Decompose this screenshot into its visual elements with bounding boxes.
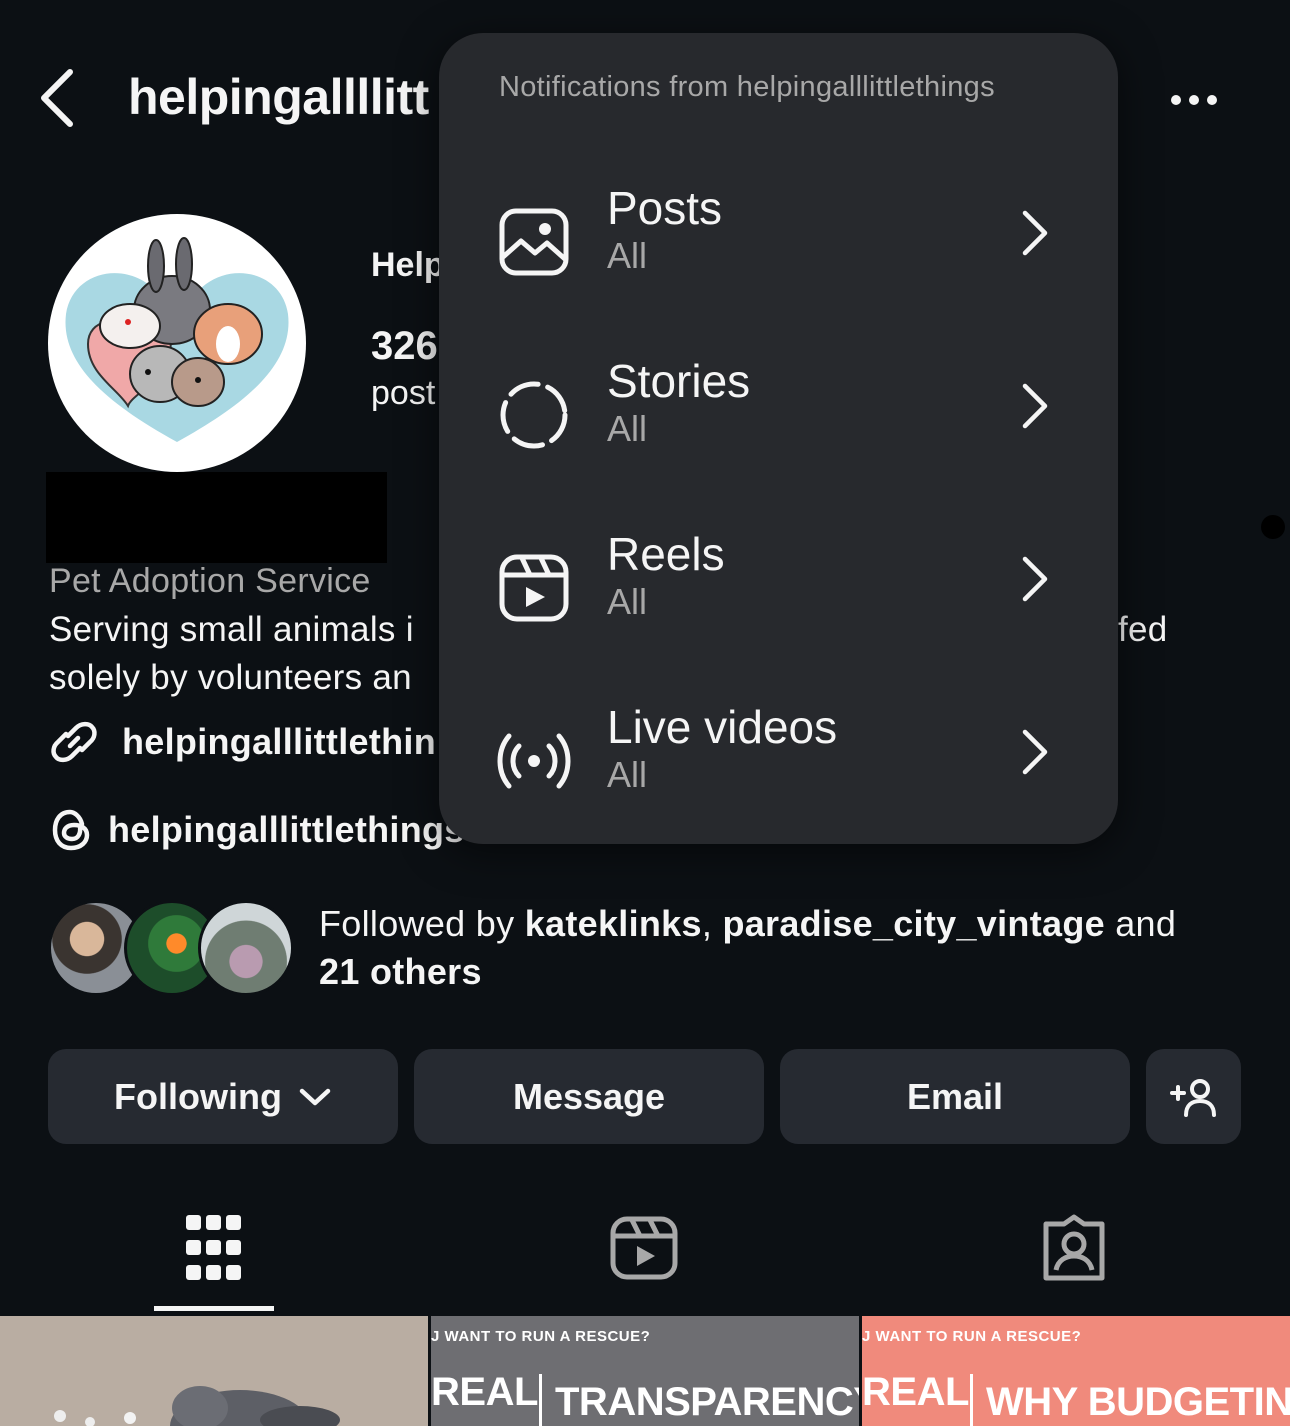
thumbnail-title: REAL: [431, 1370, 538, 1414]
thumbnail-kicker: J WANT TO RUN A RESCUE?: [431, 1328, 651, 1345]
notification-item-value: All: [607, 754, 648, 795]
suggest-accounts-button[interactable]: [1146, 1049, 1241, 1144]
website-link[interactable]: helpingalllittlethin: [48, 716, 436, 768]
notification-item-label: Posts: [607, 182, 723, 234]
profile-display-name: Help: [371, 246, 445, 284]
stories-dashed-circle-icon: [500, 381, 568, 449]
message-button[interactable]: Message: [414, 1049, 764, 1144]
back-button[interactable]: [30, 66, 90, 130]
threads-link[interactable]: helpingalllittlethings: [50, 804, 465, 856]
reels-icon: [499, 554, 569, 622]
threads-icon: [52, 809, 90, 851]
notification-item-stories[interactable]: Stories All: [439, 354, 1118, 474]
mutual-followers-avatars[interactable]: [48, 900, 298, 996]
chevron-left-icon: [41, 69, 73, 127]
notification-item-label: Live videos: [607, 701, 838, 753]
following-button[interactable]: Following: [48, 1049, 398, 1144]
post-thumbnail[interactable]: J WANT TO RUN A RESCUE? REAL WHY BUDGETI…: [862, 1316, 1290, 1426]
posts-count[interactable]: 326: [371, 324, 438, 369]
tab-reels[interactable]: [604, 1212, 684, 1284]
thumbnail-title: TRANSPARENCY: [555, 1380, 859, 1424]
active-tab-indicator: [154, 1306, 274, 1311]
bio-line: Serving small animals i: [49, 610, 414, 649]
mutual-follower-name[interactable]: paradise_city_vintage: [722, 903, 1105, 944]
add-person-icon: [1169, 1078, 1216, 1117]
profile-username: helpingallllitt: [128, 69, 429, 125]
notification-item-value: All: [607, 408, 648, 449]
website-link-text[interactable]: helpingalllittlethin: [122, 721, 436, 763]
followed-by-text[interactable]: Followed by kateklinks, paradise_city_vi…: [319, 900, 1239, 996]
image-icon: [499, 208, 569, 276]
avatar: [198, 900, 294, 996]
notification-item-live-videos[interactable]: Live videos All: [439, 700, 1118, 820]
notification-item-value: All: [607, 235, 648, 276]
conjunction: and: [1104, 903, 1177, 944]
link-icon: [51, 721, 97, 763]
thumbnail-kicker: J WANT TO RUN A RESCUE?: [862, 1328, 1082, 1345]
grid-icon: [186, 1215, 241, 1280]
profile-avatar[interactable]: [48, 214, 306, 472]
notification-item-label: Stories: [607, 355, 751, 407]
notification-item-value: All: [607, 581, 648, 622]
following-label: Following: [114, 1075, 282, 1117]
mutual-followers-others[interactable]: 21 others: [319, 951, 482, 992]
thumbnail-title: REAL: [862, 1370, 969, 1414]
thumbnail-title: WHY BUDGETIN: [986, 1380, 1290, 1424]
chevron-right-icon: [1022, 383, 1048, 429]
animals-heart-logo: [65, 237, 289, 442]
chevron-right-icon: [1022, 210, 1048, 256]
edge-dot: [1261, 515, 1285, 539]
posts-label[interactable]: post: [371, 374, 435, 413]
tab-tagged[interactable]: [1034, 1212, 1114, 1284]
live-broadcast-icon: [497, 733, 571, 789]
message-label: Message: [512, 1075, 666, 1117]
bio-line-tail: fed: [1118, 610, 1168, 649]
chevron-right-icon: [1022, 556, 1048, 602]
notification-item-reels[interactable]: Reels All: [439, 527, 1118, 647]
reels-icon: [610, 1216, 678, 1280]
profile-category: Pet Adoption Service: [49, 562, 371, 600]
notification-item-label: Reels: [607, 528, 725, 580]
post-thumbnail[interactable]: [0, 1316, 428, 1426]
threads-handle[interactable]: helpingalllittlethings: [108, 809, 465, 851]
notification-item-posts[interactable]: Posts All: [439, 181, 1118, 301]
notifications-menu[interactable]: Notifications from helpingalllittlething…: [439, 33, 1118, 844]
tab-posts-grid[interactable]: [174, 1212, 254, 1284]
redaction-block: [46, 472, 387, 563]
chevron-right-icon: [1022, 729, 1048, 775]
followed-by-prefix: Followed by: [319, 903, 525, 944]
tagged-person-icon: [1043, 1214, 1105, 1281]
email-button[interactable]: Email: [780, 1049, 1130, 1144]
email-label: Email: [906, 1075, 1004, 1117]
notifications-menu-title: Notifications from helpingalllittlething…: [499, 71, 995, 103]
chevron-down-icon: [299, 1088, 331, 1105]
divider: [539, 1374, 542, 1426]
rat-photo: [0, 1316, 428, 1426]
more-options-button[interactable]: [1160, 80, 1230, 120]
post-thumbnail[interactable]: J WANT TO RUN A RESCUE? REAL TRANSPARENC…: [431, 1316, 859, 1426]
mutual-follower-name[interactable]: kateklinks: [525, 903, 702, 944]
bio-line: solely by volunteers an: [49, 658, 412, 697]
more-dots-icon: [1171, 95, 1217, 105]
divider: [970, 1374, 973, 1426]
separator: ,: [701, 903, 723, 944]
